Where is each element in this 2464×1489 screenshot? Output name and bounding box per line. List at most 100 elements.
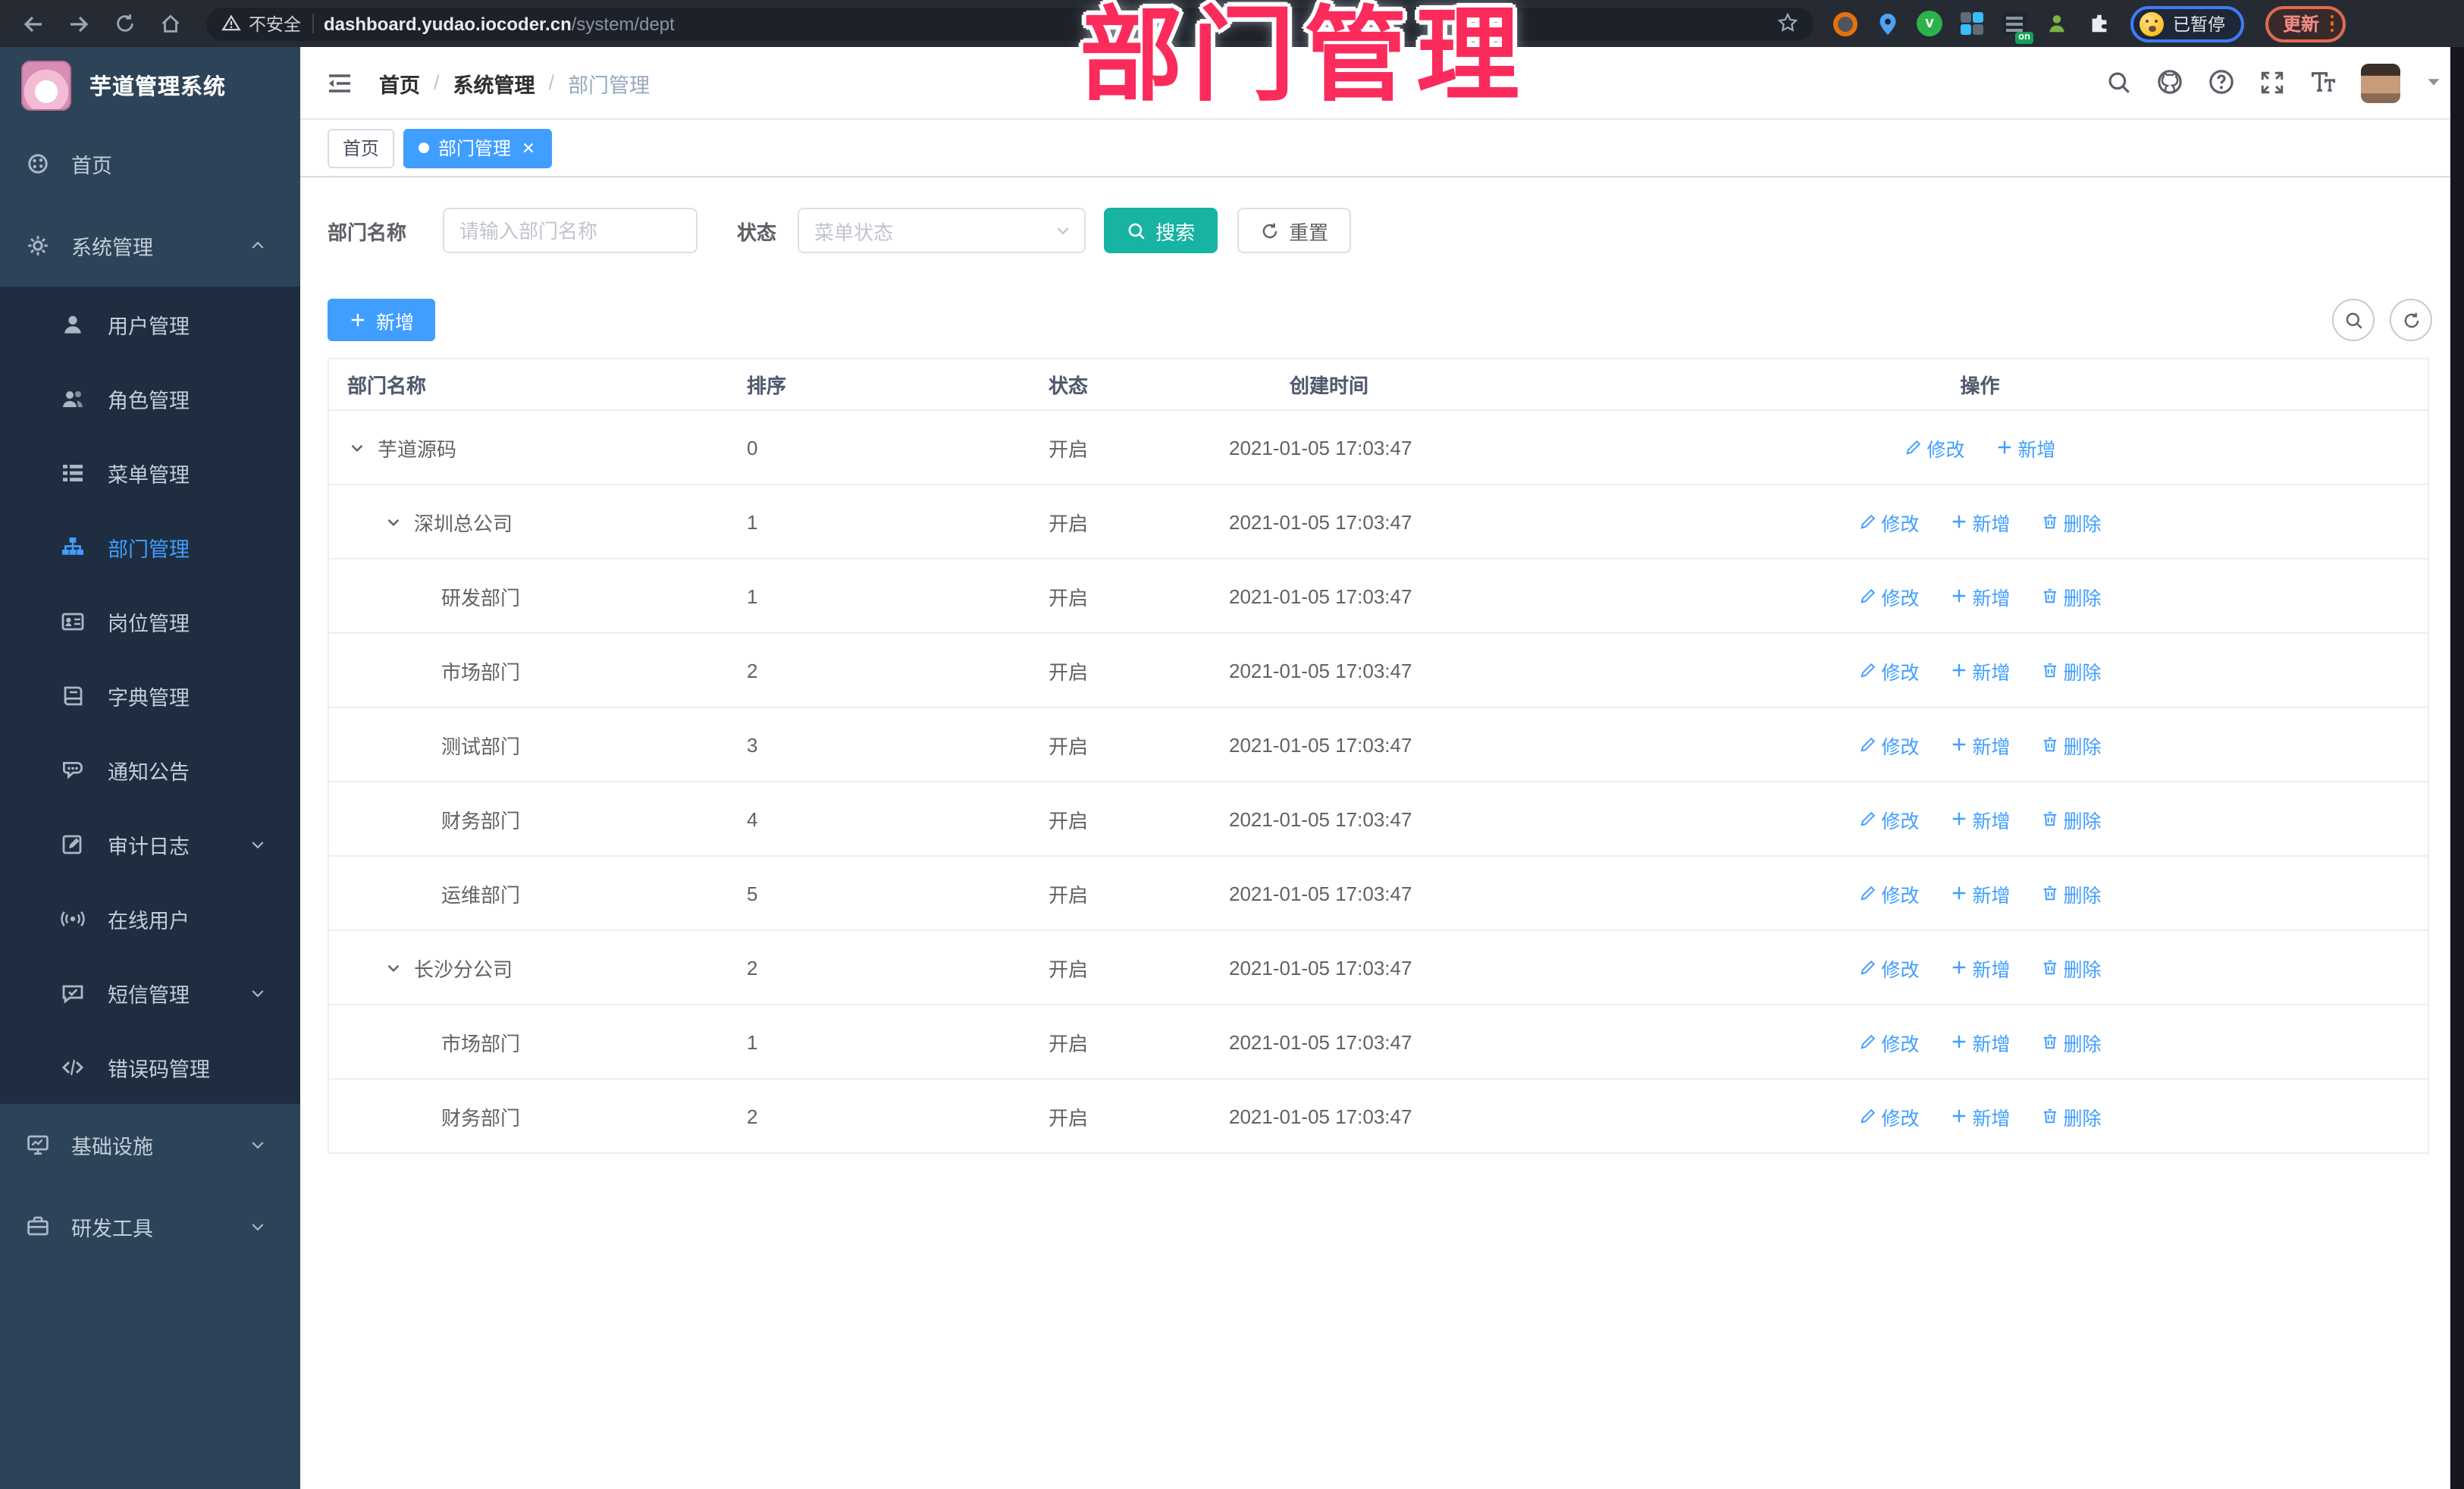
back-icon[interactable] [15, 5, 52, 42]
row-delete-link[interactable]: 删除 [2041, 730, 2102, 759]
home-icon[interactable] [152, 5, 188, 42]
created-time: 2021-01-05 17:03:47 [1221, 410, 1532, 485]
add-button[interactable]: 新增 [328, 299, 436, 341]
row-edit-link[interactable]: 修改 [1904, 433, 1965, 462]
bookmark-star-icon[interactable] [1777, 10, 1798, 37]
dept-name-input[interactable] [443, 208, 698, 253]
expand-row-icon[interactable] [347, 437, 368, 457]
breadcrumb-item[interactable]: 系统管理 [453, 67, 535, 98]
forward-icon[interactable] [61, 5, 97, 42]
breadcrumb-separator: / [434, 71, 440, 94]
sidebar-item-home[interactable]: 首页 [0, 123, 300, 205]
dept-name: 研发部门 [441, 586, 521, 609]
sidebar-item-online-user[interactable]: 在线用户 [0, 881, 300, 955]
row-delete-link[interactable]: 删除 [2041, 879, 2102, 908]
tab-dept[interactable]: 部门管理 [403, 128, 553, 168]
address-bar[interactable]: 不安全 dashboard.yudao.iocoder.cn/system/de… [206, 7, 1814, 40]
row-edit-link[interactable]: 修改 [1858, 581, 1919, 610]
person-extension-icon[interactable] [2044, 11, 2070, 36]
col-created: 创建时间 [1221, 359, 1532, 411]
breadcrumb-item[interactable]: 首页 [379, 67, 420, 98]
target-extension-icon[interactable] [1832, 11, 1857, 36]
reset-button[interactable]: 重置 [1237, 208, 1352, 253]
breadcrumb: 首页 / 系统管理 / 部门管理 [379, 67, 650, 98]
refresh-table-button[interactable] [2390, 299, 2432, 341]
row-edit-link[interactable]: 修改 [1858, 1102, 1919, 1130]
sidebar-item-dept[interactable]: 部门管理 [0, 509, 300, 584]
pencil-icon [1860, 737, 1875, 752]
browser-profile-chip[interactable]: 已暂停 [2130, 5, 2243, 42]
user-menu-caret-icon[interactable] [2425, 69, 2443, 96]
close-tab-icon[interactable] [520, 139, 537, 156]
row-add-link[interactable]: 新增 [1949, 879, 2011, 908]
page-scrollbar[interactable] [2450, 47, 2464, 1489]
sidebar-item-infra[interactable]: 基础设施 [0, 1104, 300, 1186]
row-delete-link[interactable]: 删除 [2041, 656, 2102, 685]
row-add-link[interactable]: 新增 [1949, 804, 2011, 833]
search-button[interactable]: 搜索 [1104, 208, 1218, 253]
reload-icon[interactable] [106, 5, 143, 42]
app-logo-row[interactable]: 芋道管理系统 [0, 47, 300, 123]
browser-menu-icon[interactable] [2330, 14, 2334, 33]
security-warning[interactable]: 不安全 [221, 11, 301, 36]
grid-extension-icon[interactable] [1959, 11, 1985, 36]
row-add-link[interactable]: 新增 [1995, 433, 2056, 462]
row-add-link[interactable]: 新增 [1949, 1102, 2011, 1130]
row-delete-link[interactable]: 删除 [2041, 953, 2102, 982]
user-avatar[interactable] [2361, 63, 2400, 102]
sidebar-item-dev-tools[interactable]: 研发工具 [0, 1186, 300, 1268]
row-add-link[interactable]: 新增 [1949, 953, 2011, 982]
chevron-down-icon [387, 518, 400, 525]
expand-row-icon[interactable] [384, 958, 405, 977]
row-edit-link[interactable]: 修改 [1858, 730, 1919, 759]
row-edit-link[interactable]: 修改 [1858, 1027, 1919, 1056]
green-check-extension-icon[interactable]: v [1917, 11, 1942, 36]
sidebar-item-post[interactable]: 岗位管理 [0, 584, 300, 658]
sidebar-item-notice[interactable]: 通知公告 [0, 732, 300, 807]
row-delete-link[interactable]: 删除 [2041, 1027, 2102, 1056]
sidebar-item-error-code[interactable]: 错误码管理 [0, 1030, 300, 1104]
sidebar-item-dict[interactable]: 字典管理 [0, 658, 300, 732]
row-edit-link[interactable]: 修改 [1858, 879, 1919, 908]
row-delete-link[interactable]: 删除 [2041, 507, 2102, 536]
row-edit-link[interactable]: 修改 [1858, 507, 1919, 536]
row-delete-link[interactable]: 删除 [2041, 581, 2102, 610]
status-select[interactable]: 菜单状态 [798, 208, 1086, 253]
chevron-up-icon [252, 241, 264, 249]
expand-row-icon[interactable] [384, 512, 405, 531]
created-time: 2021-01-05 17:03:47 [1221, 1005, 1532, 1080]
sidebar-item-role[interactable]: 角色管理 [0, 361, 300, 435]
toggle-search-button[interactable] [2332, 299, 2375, 341]
row-add-link[interactable]: 新增 [1949, 581, 2011, 610]
profile-status: 已暂停 [2173, 16, 2225, 34]
search-icon[interactable] [2106, 69, 2132, 96]
dept-name: 市场部门 [441, 660, 521, 683]
fullscreen-icon[interactable] [2259, 69, 2285, 96]
github-icon[interactable] [2156, 69, 2183, 96]
table-row: 研发部门 1 开启 2021-01-05 17:03:47 修改 新增 删除 [328, 559, 2428, 634]
sidebar-item-sms[interactable]: 短信管理 [0, 955, 300, 1030]
tab-home[interactable]: 首页 [328, 128, 395, 168]
pin-extension-icon[interactable] [1874, 11, 1900, 36]
sidebar-item-audit-log[interactable]: 审计日志 [0, 807, 300, 881]
sidebar-item-menu[interactable]: 菜单管理 [0, 435, 300, 509]
row-add-link[interactable]: 新增 [1949, 507, 2011, 536]
row-add-link[interactable]: 新增 [1949, 1027, 2011, 1056]
sidebar-item-system[interactable]: 系统管理 [0, 205, 300, 287]
plus-icon [1952, 589, 1965, 603]
row-add-link[interactable]: 新增 [1949, 730, 2011, 759]
sidebar-item-user[interactable]: 用户管理 [0, 287, 300, 361]
status-value: 开启 [1039, 930, 1221, 1005]
help-icon[interactable] [2208, 69, 2235, 96]
font-size-icon[interactable] [2309, 69, 2337, 96]
browser-update-button[interactable]: 更新 [2265, 5, 2346, 42]
row-edit-link[interactable]: 修改 [1858, 804, 1919, 833]
row-edit-link[interactable]: 修改 [1858, 656, 1919, 685]
row-add-link[interactable]: 新增 [1949, 656, 2011, 685]
list-extension-icon[interactable]: on [2002, 11, 2033, 44]
row-edit-link[interactable]: 修改 [1858, 953, 1919, 982]
row-delete-link[interactable]: 删除 [2041, 1102, 2102, 1130]
sidebar-toggle-icon[interactable] [324, 67, 355, 98]
row-delete-link[interactable]: 删除 [2041, 804, 2102, 833]
puzzle-extensions-icon[interactable] [2086, 11, 2112, 36]
